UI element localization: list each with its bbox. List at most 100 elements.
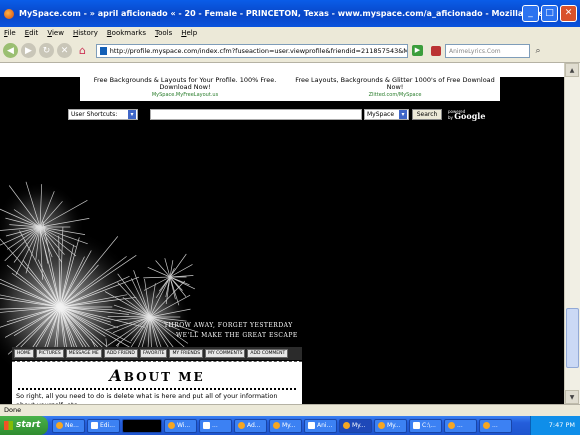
window-title-bar[interactable]: MySpace.com - » april aficionado « - 20 …: [0, 0, 580, 27]
taskbar-button[interactable]: My...: [374, 418, 407, 433]
taskbar-button[interactable]: My...: [339, 418, 372, 433]
app-icon: [308, 422, 315, 429]
navigation-toolbar: ◀ ▶ ↻ ✕ ⌂ http://profile.myspace.com/ind…: [0, 39, 580, 63]
menu-tools[interactable]: Tools: [155, 29, 172, 37]
taskbar-button[interactable]: ...: [199, 418, 232, 433]
taskbar-button[interactable]: Ani...: [304, 418, 337, 433]
taskbar-button-label: Ani...: [317, 422, 333, 429]
ad-left[interactable]: Free Backgrounds & Layouts for Your Prof…: [80, 77, 290, 101]
search-scope-select[interactable]: MySpace: [364, 108, 409, 120]
ad-right-title[interactable]: Free Layouts, Backgrounds & Glitter 1000…: [290, 77, 500, 91]
taskbar-button[interactable]: ...: [479, 418, 512, 433]
taskbar-button[interactable]: Ad...: [234, 418, 267, 433]
slogan-line-1: THROW AWAY, FORGET YESTERDAY: [164, 322, 293, 329]
windows-logo-icon: [4, 421, 13, 430]
profile-nav-pictures[interactable]: PICTURES: [35, 349, 64, 358]
go-button[interactable]: ▶: [412, 45, 423, 56]
search-icon[interactable]: ⌕: [532, 45, 544, 57]
taskbar-button-label: My...: [352, 422, 366, 429]
toolbar-strip: [0, 63, 580, 77]
powered-by-google: powered by Google: [448, 109, 485, 120]
system-tray-clock[interactable]: 7:47 PM: [530, 416, 580, 435]
profile-nav-add-comment[interactable]: ADD COMMENT: [247, 349, 289, 358]
address-bar[interactable]: http://profile.myspace.com/index.cfm?fus…: [96, 43, 408, 58]
status-bar: Done: [0, 404, 580, 416]
profile-nav-my-friends[interactable]: MY FRIENDS: [169, 349, 204, 358]
about-me-text: So right, all you need to do is delete w…: [16, 392, 278, 404]
taskbar-button-label: Edi...: [100, 422, 115, 429]
ad-banner: Free Backgrounds & Layouts for Your Prof…: [80, 77, 500, 101]
profile-nav-favorite[interactable]: FAVORITE: [139, 349, 168, 358]
about-me-section: ABOUT ME So right, all you need to do is…: [12, 361, 302, 404]
taskbar-button[interactable]: Ne...: [52, 418, 85, 433]
taskbar-button-label: Ne...: [65, 422, 79, 429]
app-icon: [91, 422, 98, 429]
taskbar-button-label: ...: [212, 422, 218, 429]
scroll-up-icon[interactable]: ▲: [565, 63, 579, 77]
slogan-line-2: WE'LL MAKE THE GREAT ESCAPE: [176, 332, 298, 339]
about-me-title: BOUT ME: [123, 370, 205, 384]
profile-nav-home[interactable]: HOME: [14, 349, 34, 358]
myspace-search-row: User Shortcuts: MySpace Search powered b…: [68, 108, 485, 120]
taskbar-button[interactable]: [122, 418, 162, 433]
about-me-initial: A: [109, 366, 124, 385]
start-label: start: [16, 420, 41, 430]
stop-icon[interactable]: ✕: [57, 43, 72, 58]
start-button[interactable]: start: [0, 416, 48, 435]
taskbar-button[interactable]: My...: [269, 418, 302, 433]
ad-right-link[interactable]: Zlitted.com/MySpace: [290, 91, 500, 99]
app-icon: [483, 422, 490, 429]
maximize-button[interactable]: □: [541, 5, 558, 22]
app-icon: [343, 422, 350, 429]
home-icon[interactable]: ⌂: [75, 43, 90, 58]
reload-icon[interactable]: ↻: [39, 43, 54, 58]
app-icon: [448, 422, 455, 429]
profile-nav-message-me[interactable]: MESSAGE ME: [65, 349, 102, 358]
taskbar-button-label: My...: [387, 422, 401, 429]
menu-history[interactable]: History: [73, 29, 98, 37]
taskbar-button-label: ...: [457, 422, 463, 429]
search-engine-icon[interactable]: [431, 45, 441, 56]
profile-nav-my-comments[interactable]: MY COMMENTS: [205, 349, 246, 358]
back-arrow-icon[interactable]: ◀: [3, 43, 18, 58]
ad-left-link[interactable]: MySpace.MyFreeLayout.us: [80, 91, 290, 99]
taskbar-buttons: Ne... Edi... Wi...... Ad... My... Ani... My...…: [52, 418, 512, 433]
window-title: MySpace.com - » april aficionado « - 20 …: [19, 9, 558, 18]
search-input[interactable]: AnimeLyrics.Com: [445, 43, 530, 58]
app-icon: [168, 422, 175, 429]
powered-by-label: by: [448, 114, 453, 120]
web-page: Free Backgrounds & Layouts for Your Prof…: [0, 77, 564, 404]
user-shortcuts-select[interactable]: User Shortcuts:: [68, 108, 138, 120]
taskbar-button[interactable]: ...: [444, 418, 477, 433]
vertical-scrollbar[interactable]: ▲ ▼: [564, 63, 580, 404]
profile-nav-add-friend[interactable]: ADD FRIEND: [103, 349, 138, 358]
myspace-search-input[interactable]: [150, 108, 362, 120]
ad-right[interactable]: Free Layouts, Backgrounds & Glitter 1000…: [290, 77, 500, 101]
scroll-down-icon[interactable]: ▼: [565, 390, 579, 404]
profile-nav: HOME PICTURES MESSAGE ME ADD FRIEND FAVO…: [12, 347, 302, 360]
app-icon: [413, 422, 420, 429]
taskbar-button[interactable]: Wi...: [164, 418, 197, 433]
forward-arrow-icon[interactable]: ▶: [21, 43, 36, 58]
taskbar-button[interactable]: C:\...: [409, 418, 442, 433]
menu-view[interactable]: View: [47, 29, 64, 37]
taskbar-button-label: Wi...: [177, 422, 191, 429]
scrollbar-thumb[interactable]: [566, 308, 579, 368]
about-me-heading: ABOUT ME: [12, 362, 302, 385]
menu-bar: File Edit View History Bookmarks Tools H…: [0, 27, 580, 39]
menu-bookmarks[interactable]: Bookmarks: [107, 29, 146, 37]
minimize-button[interactable]: _: [522, 5, 539, 22]
menu-edit[interactable]: Edit: [25, 29, 39, 37]
app-icon: [378, 422, 385, 429]
taskbar-button[interactable]: Edi...: [87, 418, 120, 433]
close-button[interactable]: ✕: [560, 5, 577, 22]
taskbar-button-label: My...: [282, 422, 296, 429]
app-icon: [238, 422, 245, 429]
myspace-search-button[interactable]: Search: [412, 108, 442, 120]
profile-box: HOME PICTURES MESSAGE ME ADD FRIEND FAVO…: [12, 347, 302, 404]
menu-help[interactable]: Help: [181, 29, 197, 37]
address-bar-url[interactable]: http://profile.myspace.com/index.cfm?fus…: [110, 47, 407, 55]
site-favicon-icon: [100, 46, 107, 55]
menu-file[interactable]: File: [4, 29, 16, 37]
ad-left-title[interactable]: Free Backgrounds & Layouts for Your Prof…: [80, 77, 290, 91]
